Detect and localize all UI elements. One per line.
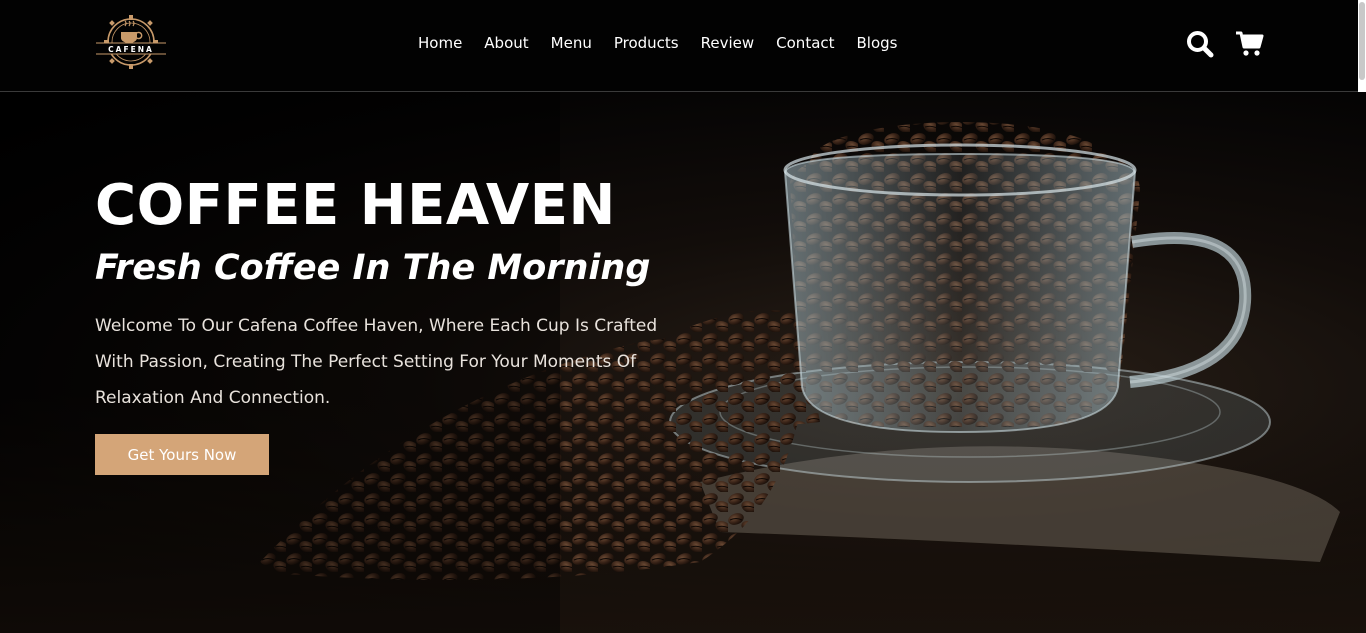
- nav-item-menu[interactable]: Menu: [551, 32, 592, 54]
- cart-icon[interactable]: [1235, 29, 1265, 59]
- nav-item-products[interactable]: Products: [614, 32, 679, 54]
- nav-item-blogs[interactable]: Blogs: [857, 32, 898, 54]
- hero-title: COFFEE HEAVEN: [95, 173, 616, 238]
- get-yours-now-button[interactable]: Get Yours Now: [95, 434, 269, 475]
- nav-item-review[interactable]: Review: [701, 32, 755, 54]
- header-icons: [1185, 29, 1265, 59]
- search-icon[interactable]: [1185, 29, 1215, 59]
- logo-text: CAFENA: [108, 45, 154, 54]
- scrollbar-thumb[interactable]: [1359, 2, 1365, 80]
- hero-subtitle: Fresh Coffee In The Morning: [95, 248, 651, 288]
- site-header: CAFENA Home About Menu Products Review C…: [0, 0, 1366, 92]
- hero-description: Welcome To Our Cafena Coffee Haven, Wher…: [95, 316, 658, 408]
- main-nav: Home About Menu Products Review Contact …: [418, 32, 920, 54]
- cafena-logo[interactable]: CAFENA: [94, 12, 168, 72]
- nav-item-about[interactable]: About: [484, 32, 528, 54]
- page-scrollbar[interactable]: [1358, 0, 1366, 92]
- nav-item-contact[interactable]: Contact: [776, 32, 834, 54]
- hero-section: COFFEE HEAVEN Fresh Coffee In The Mornin…: [0, 92, 1366, 633]
- nav-item-home[interactable]: Home: [418, 32, 462, 54]
